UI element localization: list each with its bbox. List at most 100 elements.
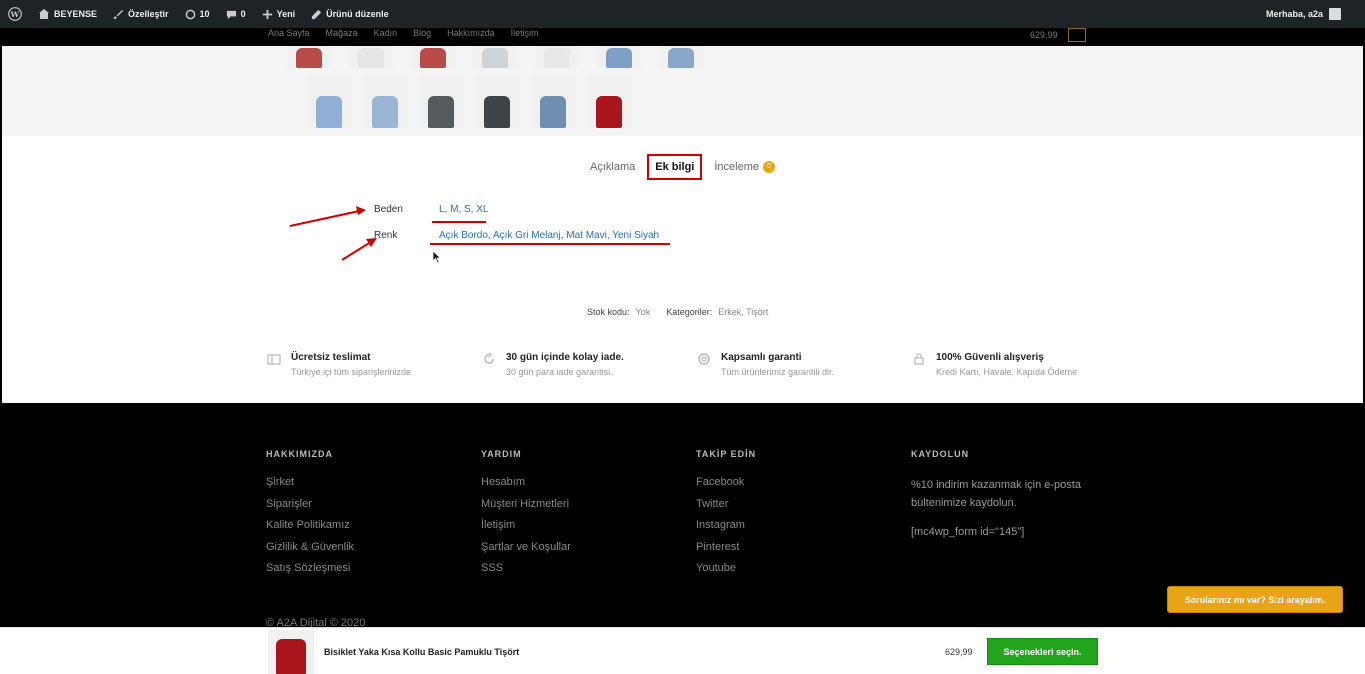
nav-item-shop[interactable]: Mağaza <box>326 28 358 38</box>
attribute-size-label: Beden <box>374 204 403 215</box>
footer-link-instagram[interactable]: Instagram <box>696 519 756 541</box>
footer-link[interactable]: Kalite Politikamız <box>266 519 354 541</box>
footer-link-pinterest[interactable]: Pinterest <box>696 541 756 563</box>
wordpress-logo[interactable]: W <box>0 0 30 28</box>
annotation-underline-color <box>430 243 670 245</box>
tshirt-image <box>372 96 398 128</box>
wp-admin-bar: W BEYENSE Özelleştir 10 0 Yeni Ürünü düz… <box>0 0 1365 28</box>
customize-link[interactable]: Özelleştir <box>105 0 177 28</box>
footer-link[interactable]: Şirket <box>266 476 354 498</box>
category-label: Kategoriler: <box>666 307 713 317</box>
edit-product-label: Ürünü düzenle <box>326 9 389 19</box>
tshirt-image <box>420 48 446 68</box>
gallery-thumbnail[interactable] <box>363 76 407 128</box>
callback-button[interactable]: Sorularınız mı var? Sizi arayalım. <box>1167 586 1343 613</box>
footer-link[interactable]: Gizlilik & Güvenlik <box>266 541 354 563</box>
tshirt-image <box>276 639 306 674</box>
annotation-underline-size <box>432 221 486 223</box>
sticky-product-thumbnail[interactable] <box>268 630 314 674</box>
header-cart[interactable]: 629,99 <box>1030 28 1086 42</box>
tab-description[interactable]: Açıklama <box>590 161 635 173</box>
comments-count: 0 <box>240 9 246 19</box>
attribute-color-label: Renk <box>374 230 398 241</box>
tshirt-image <box>358 48 384 68</box>
tshirt-image <box>296 48 322 68</box>
site-name-link[interactable]: BEYENSE <box>30 0 105 28</box>
gallery-thumbnail[interactable] <box>307 76 351 128</box>
nav-item-women[interactable]: Kadın <box>374 28 398 38</box>
tshirt-image <box>316 96 342 128</box>
new-label: Yeni <box>276 9 296 19</box>
reviews-count-badge: 0 <box>763 161 776 174</box>
product-content: Açıklama Ek bilgi İnceleme 0 Beden L, M, … <box>2 46 1363 403</box>
feature-warranty: Kapsamlı garanti Tüm ürünlerimiz garantil… <box>697 352 912 377</box>
gallery-thumbnail[interactable] <box>475 76 519 128</box>
main-nav: Ana Sayfa Mağaza Kadın Blog Hakkımızda İ… <box>268 28 539 38</box>
footer-link[interactable]: Hesabım <box>481 476 571 498</box>
feature-easy-return: 30 gün içinde kolay iade. 30 gün para iad… <box>482 352 697 377</box>
gallery-thumbnail[interactable] <box>531 76 575 128</box>
tshirt-image <box>540 96 566 128</box>
attribute-color-value[interactable]: Açık Bordo, Açık Gri Melanj, Mat Mavi, Y… <box>439 230 659 241</box>
edit-product-link[interactable]: Ürünü düzenle <box>303 0 397 28</box>
refresh-icon <box>484 352 494 364</box>
support-icon <box>698 353 710 365</box>
feature-title: 30 gün içinde kolay iade. <box>506 352 624 363</box>
pencil-icon <box>312 9 322 19</box>
feature-subtitle: 30 gün para iade garantisi. <box>506 367 613 377</box>
footer-link[interactable]: İletişim <box>481 519 571 541</box>
gallery-thumbnail[interactable] <box>287 46 331 68</box>
product-tabs: Açıklama Ek bilgi İnceleme 0 <box>590 154 776 180</box>
gallery-thumbnail[interactable] <box>587 76 631 128</box>
attribute-size-value[interactable]: L, M, S, XL <box>439 204 488 215</box>
category-value[interactable]: Erkek, Tişört <box>718 307 768 317</box>
feature-title: 100% Güvenli alışveriş <box>936 352 1044 363</box>
truck-icon <box>267 354 281 365</box>
tab-reviews-label: İnceleme <box>714 160 760 173</box>
greeting: Merhaba, a2a <box>1265 9 1323 19</box>
nav-item-about[interactable]: Hakkımızda <box>447 28 495 38</box>
nav-item-contact[interactable]: İletişim <box>511 28 539 38</box>
brush-icon <box>113 9 124 19</box>
new-content-link[interactable]: Yeni <box>254 0 304 28</box>
sku-label: Stok kodu: <box>587 307 630 317</box>
footer-link[interactable]: Şartlar ve Koşullar <box>481 541 571 563</box>
select-options-button[interactable]: Seçenekleri seçin. <box>987 638 1098 665</box>
updates-count: 10 <box>199 9 210 19</box>
gallery-thumbnail[interactable] <box>411 46 455 68</box>
subscribe-shortcode: [mc4wp_form id="145"] <box>911 526 1025 538</box>
footer-col-follow: TAKİP EDİN Facebook Twitter Instagram Pi… <box>696 449 756 584</box>
footer-link-youtube[interactable]: Youtube <box>696 562 756 584</box>
cart-total: 629,99 <box>1030 30 1058 40</box>
gallery-row-bottom <box>307 76 631 128</box>
home-icon <box>39 9 49 19</box>
gallery-thumbnail[interactable] <box>597 46 641 68</box>
updates-link[interactable]: 10 <box>177 0 218 28</box>
footer-link[interactable]: Müşteri Hizmetleri <box>481 498 571 520</box>
nav-item-home[interactable]: Ana Sayfa <box>268 28 310 38</box>
footer-link[interactable]: Satış Sözleşmesi <box>266 562 354 584</box>
avatar <box>1329 8 1341 20</box>
tab-reviews[interactable]: İnceleme 0 <box>714 160 776 174</box>
footer-link[interactable]: SSS <box>481 562 571 584</box>
gallery-thumbnail[interactable] <box>349 46 393 68</box>
gallery-thumbnail[interactable] <box>535 46 579 68</box>
sticky-product-price: 629,99 <box>945 647 973 657</box>
gallery-thumbnail[interactable] <box>473 46 517 68</box>
footer-heading: TAKİP EDİN <box>696 449 757 459</box>
footer-link-facebook[interactable]: Facebook <box>696 476 756 498</box>
footer-link-twitter[interactable]: Twitter <box>696 498 756 520</box>
sku-value: Yok <box>635 307 651 317</box>
footer-col-subscribe: KAYDOLUN %10 indirim kazanmak için e-pos… <box>911 449 1101 538</box>
footer-link[interactable]: Siparişler <box>266 498 354 520</box>
gallery-thumbnail[interactable] <box>419 76 463 128</box>
footer-heading: HAKKIMIZDA <box>266 449 333 459</box>
tab-additional-info[interactable]: Ek bilgi <box>647 154 703 180</box>
cart-icon <box>1067 28 1086 42</box>
gallery-thumbnail[interactable] <box>659 46 703 68</box>
nav-item-blog[interactable]: Blog <box>413 28 431 38</box>
tshirt-image <box>484 96 510 128</box>
comments-link[interactable]: 0 <box>218 0 254 28</box>
lock-icon <box>914 353 924 365</box>
account-menu[interactable]: Merhaba, a2a <box>1266 8 1365 20</box>
